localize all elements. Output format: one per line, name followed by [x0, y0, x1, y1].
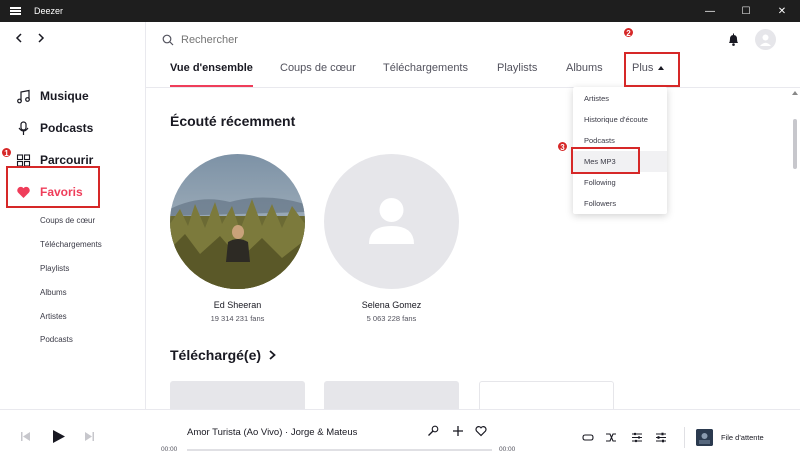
- microphone-icon: [18, 120, 29, 135]
- artist-photo: [324, 154, 459, 289]
- nav-item-musique[interactable]: Musique: [16, 80, 93, 112]
- user-placeholder-icon: [369, 198, 414, 244]
- artist-photo-image: [170, 154, 305, 289]
- tab-telechargements[interactable]: Téléchargements: [383, 61, 468, 83]
- equalizer-icon[interactable]: [631, 432, 643, 443]
- dropdown-item-historique[interactable]: Historique d'écoute: [573, 109, 667, 130]
- back-arrow-icon[interactable]: [14, 33, 24, 43]
- repeat-icon[interactable]: [582, 432, 594, 443]
- sidebar: Musique Podcasts Parcourir Favoris Coups…: [0, 22, 146, 409]
- tab-coups-de-coeur[interactable]: Coups de cœur: [280, 61, 356, 83]
- section-title-recent: Écouté récemment: [170, 113, 296, 129]
- nav-item-podcasts[interactable]: Podcasts: [16, 112, 93, 144]
- annotation-number-1: 1: [1, 147, 12, 158]
- user-icon: [760, 34, 771, 46]
- subnav-item[interactable]: Téléchargements: [40, 233, 102, 257]
- section-title-downloaded[interactable]: Téléchargé(e): [170, 347, 277, 363]
- microphone-lyrics-icon[interactable]: [427, 425, 439, 437]
- subnav-item[interactable]: Podcasts: [40, 328, 102, 352]
- nav-item-label: Parcourir: [40, 153, 94, 167]
- bell-icon[interactable]: [726, 32, 741, 47]
- artist-name: Ed Sheeran: [213, 300, 262, 310]
- section-title-label: Téléchargé(e): [170, 347, 262, 363]
- annotation-box-favoris: [6, 166, 100, 208]
- subnav-item[interactable]: Playlists: [40, 257, 102, 281]
- previous-track-icon[interactable]: [20, 431, 31, 442]
- search-icon: [162, 34, 174, 46]
- dropdown-item-artistes[interactable]: Artistes: [573, 88, 667, 109]
- queue-cover[interactable]: [696, 429, 713, 446]
- artist-card[interactable]: Ed Sheeran 19 314 231 fans: [170, 154, 305, 323]
- nav-item-label: Podcasts: [40, 121, 94, 135]
- tab-bar: Vue d'ensemble Coups de cœur Téléchargem…: [146, 59, 800, 88]
- scroll-up-icon[interactable]: [792, 91, 798, 95]
- annotation-box-mes-mp3: [571, 147, 640, 174]
- window-controls: — ☐ ✕: [692, 0, 800, 22]
- annotation-number-3: 3: [557, 141, 568, 152]
- history-arrows: [14, 33, 46, 43]
- downloaded-card[interactable]: [324, 381, 459, 409]
- minimize-icon[interactable]: —: [692, 0, 728, 22]
- favoris-subnav: Coups de cœur Téléchargements Playlists …: [40, 209, 102, 352]
- scrollbar[interactable]: [790, 89, 800, 409]
- annotation-box-plus: [624, 52, 680, 87]
- shuffle-icon[interactable]: [605, 432, 617, 443]
- play-icon[interactable]: [52, 429, 66, 444]
- downloaded-card[interactable]: [479, 381, 614, 409]
- track-title: Amor Turista (Ao Vivo) · Jorge & Mateus: [187, 427, 358, 438]
- artist-photo: [170, 154, 305, 289]
- tab-albums[interactable]: Albums: [566, 61, 603, 83]
- artist-fans: 19 314 231 fans: [210, 314, 265, 323]
- subnav-item[interactable]: Artistes: [40, 304, 102, 328]
- subnav-item[interactable]: Coups de cœur: [40, 209, 102, 233]
- artist-card[interactable]: Selena Gomez 5 063 228 fans: [324, 154, 459, 323]
- next-track-icon[interactable]: [84, 431, 95, 442]
- player-bar: Amor Turista (Ao Vivo) · Jorge & Mateus …: [0, 409, 800, 463]
- add-icon[interactable]: [452, 425, 464, 437]
- chevron-right-icon: [269, 350, 276, 360]
- album-cover-image: [696, 429, 713, 446]
- maximize-icon[interactable]: ☐: [728, 0, 764, 22]
- artist-name: Selena Gomez: [361, 300, 422, 310]
- search-input[interactable]: [181, 31, 481, 49]
- tab-vue-ensemble[interactable]: Vue d'ensemble: [170, 61, 253, 87]
- dropdown-item-followers[interactable]: Followers: [573, 193, 667, 214]
- main-content: Écouté récemment Ed Sheeran 19 314 231 f…: [146, 89, 789, 409]
- subnav-item[interactable]: Albums: [40, 280, 102, 304]
- annotation-number-2: 2: [623, 27, 634, 38]
- top-bar: [146, 22, 800, 59]
- title-bar: Deezer — ☐ ✕: [0, 0, 800, 22]
- settings-sliders-icon[interactable]: [655, 432, 667, 443]
- nav-item-label: Musique: [40, 89, 89, 103]
- heart-outline-icon[interactable]: [475, 425, 487, 437]
- queue-label[interactable]: File d'attente: [721, 433, 764, 442]
- time-total: 00:00: [499, 446, 516, 453]
- music-note-icon: [17, 89, 30, 103]
- window-title: Deezer: [34, 6, 64, 16]
- downloaded-card[interactable]: [170, 381, 305, 409]
- close-icon[interactable]: ✕: [764, 0, 800, 22]
- tab-playlists[interactable]: Playlists: [497, 61, 537, 83]
- divider: [684, 427, 685, 448]
- forward-arrow-icon[interactable]: [36, 33, 46, 43]
- time-elapsed: 00:00: [161, 446, 178, 453]
- dropdown-item-following[interactable]: Following: [573, 172, 667, 193]
- hamburger-menu-icon[interactable]: [0, 0, 30, 22]
- artist-fans: 5 063 228 fans: [366, 314, 417, 323]
- scrollbar-thumb[interactable]: [793, 119, 797, 169]
- progress-bar[interactable]: [187, 449, 492, 451]
- avatar[interactable]: [755, 29, 776, 50]
